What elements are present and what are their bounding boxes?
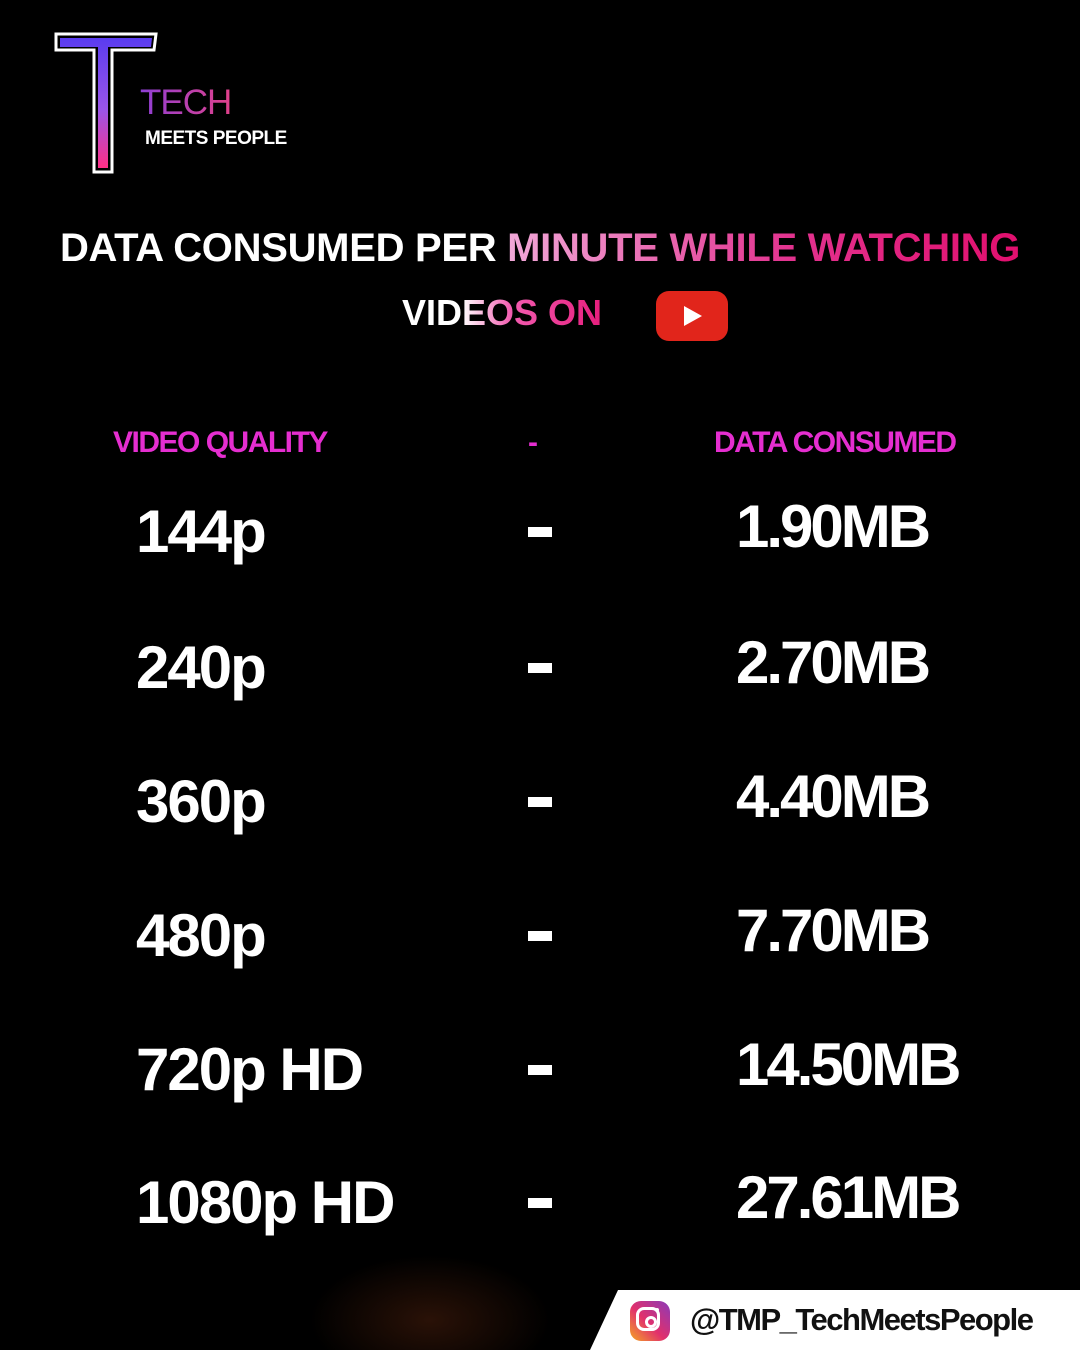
table-row: 480p 7.70MB xyxy=(0,897,1080,981)
quality-value: 480p xyxy=(136,902,267,969)
social-footer[interactable]: @TMP_TechMeetsPeople xyxy=(590,1290,1080,1350)
header-video-quality: VIDEO QUALITY xyxy=(113,426,328,459)
title-part-white: DATA CONSUMED PER xyxy=(59,226,508,270)
subtitle-part-highlight: EOS ON xyxy=(462,292,603,333)
data-value: 27.61MB xyxy=(736,1164,961,1231)
row-separator xyxy=(528,527,552,537)
quality-value: 720p HD xyxy=(136,1036,364,1103)
instagram-icon xyxy=(630,1301,670,1341)
title-part-highlight: MINUTE WHILE WATCHING xyxy=(507,226,1021,270)
background-glow xyxy=(300,1250,560,1350)
header-data-consumed: DATA CONSUMED xyxy=(714,426,957,459)
data-value: 4.40MB xyxy=(736,763,931,830)
quality-value: 360p xyxy=(136,768,267,835)
brand-name-bottom: MEETS PEOPLE xyxy=(145,128,287,149)
data-value: 14.50MB xyxy=(736,1031,961,1098)
brand-name-top: TECH xyxy=(140,83,232,122)
table-row: 360p 4.40MB xyxy=(0,763,1080,847)
table-row: 1080p HD 27.61MB xyxy=(0,1164,1080,1248)
data-value: 2.70MB xyxy=(736,629,931,696)
quality-value: 240p xyxy=(136,634,267,701)
table-row: 240p 2.70MB xyxy=(0,629,1080,713)
quality-value: 1080p HD xyxy=(136,1169,395,1236)
social-handle[interactable]: @TMP_TechMeetsPeople xyxy=(690,1302,1034,1338)
header-separator: - xyxy=(528,426,538,459)
row-separator xyxy=(528,1065,552,1075)
row-separator xyxy=(528,797,552,807)
instagram-lens xyxy=(645,1316,657,1328)
row-separator xyxy=(528,1198,552,1208)
brand-logo: TECH MEETS PEOPLE xyxy=(52,28,292,188)
page-title: DATA CONSUMED PER MINUTE WHILE WATCHING xyxy=(0,226,1080,271)
data-value: 1.90MB xyxy=(736,493,931,560)
youtube-icon xyxy=(656,291,728,341)
subtitle-part-white: VID xyxy=(402,292,463,333)
table-row: 720p HD 14.50MB xyxy=(0,1031,1080,1115)
row-separator xyxy=(528,931,552,941)
instagram-dot xyxy=(655,1308,659,1312)
play-icon xyxy=(684,306,702,326)
quality-value: 144p xyxy=(136,498,267,565)
data-value: 7.70MB xyxy=(736,897,931,964)
row-separator xyxy=(528,663,552,673)
table-row: 144p 1.90MB xyxy=(0,493,1080,577)
